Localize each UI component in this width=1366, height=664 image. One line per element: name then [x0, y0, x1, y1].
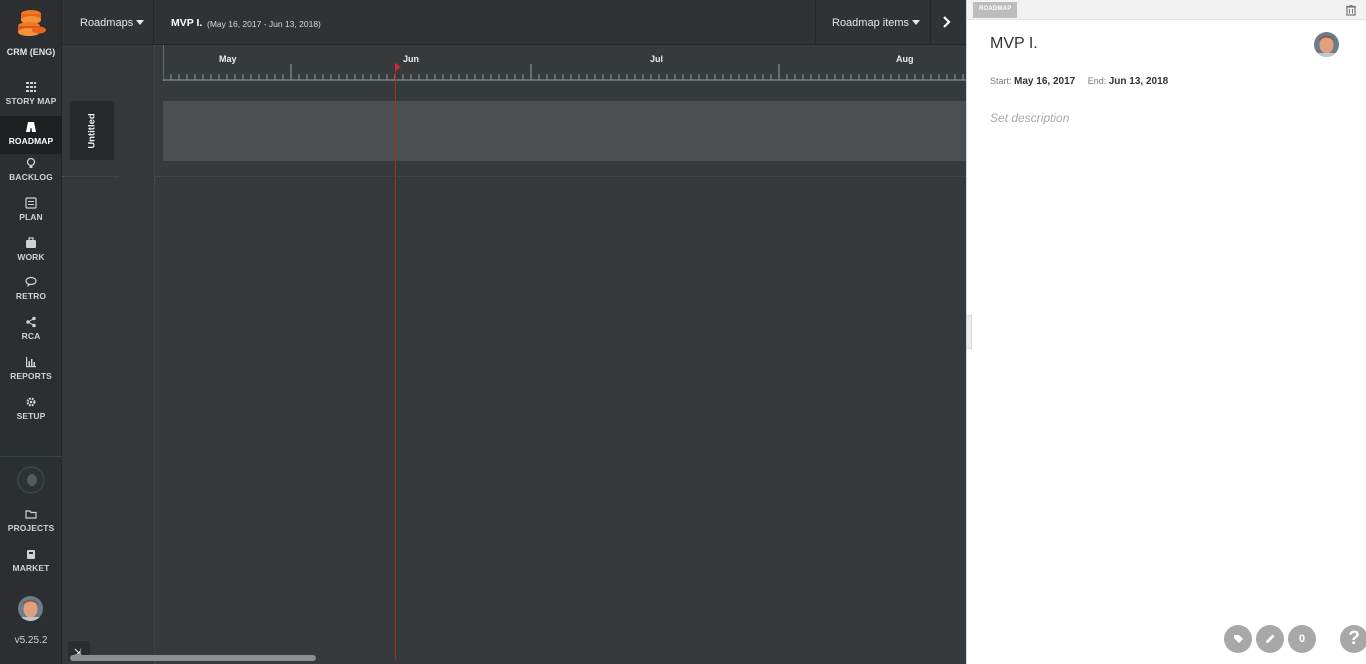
app-logo-icon[interactable]	[14, 8, 48, 38]
tag-icon	[1234, 635, 1243, 643]
nav-label: REPORTS	[10, 371, 52, 381]
chevron-right-icon[interactable]	[940, 14, 954, 30]
gear-icon	[26, 397, 36, 407]
lane-label[interactable]: Untitled	[70, 101, 114, 160]
lane-label-text: Untitled	[86, 112, 98, 149]
nav-rca[interactable]: RCA	[0, 316, 62, 354]
month-label: Jun	[403, 54, 420, 64]
left-navigation: CRM (ENG) STORY MAP ROADMAP BACKLOG PLAN…	[0, 0, 62, 664]
lightbulb-icon	[26, 157, 36, 168]
lane-divider	[62, 176, 118, 177]
nav-backlog[interactable]: BACKLOG	[0, 157, 62, 195]
nav-label: STORY MAP	[5, 96, 57, 106]
nav-label: SETUP	[16, 411, 46, 421]
roadmaps-dropdown[interactable]: Roadmaps	[62, 0, 154, 45]
description-field[interactable]: Set description	[990, 111, 1069, 125]
nav-label: MARKET	[12, 563, 50, 573]
item-title[interactable]: MVP I.	[990, 35, 1038, 53]
folder-icon	[25, 510, 37, 519]
edit-button[interactable]	[1256, 625, 1284, 653]
help-button[interactable]: ?	[1340, 625, 1366, 653]
month-label: Aug	[896, 54, 914, 64]
panel-type-tag: ROADMAP	[973, 2, 1018, 18]
detail-panel: ROADMAP MVP I. Start: May 16, 2017 End: …	[966, 0, 1366, 664]
comments-count-button[interactable]: 0	[1288, 625, 1316, 653]
grid-icon	[26, 82, 36, 92]
roadmap-date-range: (May 16, 2017 - Jun 13, 2018)	[207, 19, 321, 29]
horizontal-scrollbar[interactable]	[70, 655, 316, 661]
briefcase-icon	[26, 237, 36, 248]
nav-divider	[0, 456, 62, 457]
today-line	[395, 63, 396, 659]
nav-setup[interactable]: SETUP	[0, 396, 62, 434]
basket-icon	[27, 550, 35, 559]
timeline-scale	[163, 45, 966, 81]
attachment-button[interactable]	[1224, 625, 1252, 653]
roadmap-lane-row[interactable]	[163, 101, 966, 161]
project-name[interactable]: CRM (ENG)	[0, 47, 62, 57]
version-label: v5.25.2	[14, 635, 48, 646]
trash-icon[interactable]	[1345, 4, 1357, 16]
end-label: End:	[1087, 76, 1107, 86]
nav-retro[interactable]: RETRO	[0, 276, 62, 314]
nav-plan[interactable]: PLAN	[0, 197, 62, 235]
end-date[interactable]: Jun 13, 2018	[1109, 76, 1168, 87]
chat-icon	[25, 276, 37, 287]
user-avatar[interactable]	[18, 596, 43, 621]
panel-header-bar: ROADMAP	[967, 0, 1366, 20]
caret-down-icon	[912, 20, 921, 25]
pencil-icon	[1266, 634, 1275, 643]
date-range: Start: May 16, 2017 End: Jun 13, 2018	[990, 76, 1168, 87]
share-icon	[26, 316, 36, 328]
nav-work[interactable]: WORK	[0, 237, 62, 275]
nav-roadmap[interactable]: ROADMAP	[0, 116, 62, 154]
nav-label: PROJECTS	[7, 523, 55, 533]
today-marker-icon	[395, 63, 401, 71]
nav-label: RETRO	[15, 291, 47, 301]
month-label: Jul	[650, 54, 664, 64]
roadmap-items-label: Roadmap items	[832, 17, 910, 29]
nav-label: ROADMAP	[8, 136, 54, 146]
road-icon	[26, 122, 36, 132]
list-icon	[25, 197, 37, 209]
bar-chart-icon	[26, 357, 36, 368]
nav-label: RCA	[21, 331, 41, 341]
nav-market[interactable]: MARKET	[0, 548, 62, 586]
lane-divider	[155, 176, 966, 177]
caret-down-icon	[136, 20, 145, 25]
theme-toggle[interactable]	[17, 466, 45, 494]
owner-avatar[interactable]	[1314, 32, 1339, 57]
start-label: Start:	[990, 76, 1012, 86]
nav-label: WORK	[17, 252, 45, 262]
nav-label: PLAN	[19, 212, 43, 222]
nav-reports[interactable]: REPORTS	[0, 356, 62, 394]
month-label: May	[219, 54, 237, 64]
roadmaps-label: Roadmaps	[80, 17, 134, 29]
start-date[interactable]: May 16, 2017	[1014, 76, 1075, 87]
roadmap-title: MVP I.	[171, 17, 203, 29]
top-bar: Roadmaps MVP I. (May 16, 2017 - Jun 13, …	[62, 0, 966, 45]
nav-label: BACKLOG	[9, 172, 53, 182]
nav-projects[interactable]: PROJECTS	[0, 508, 62, 546]
panel-resize-handle[interactable]	[967, 315, 972, 349]
nav-story-map[interactable]: STORY MAP	[0, 78, 62, 116]
roadmap-items-dropdown[interactable]: Roadmap items	[815, 0, 931, 45]
